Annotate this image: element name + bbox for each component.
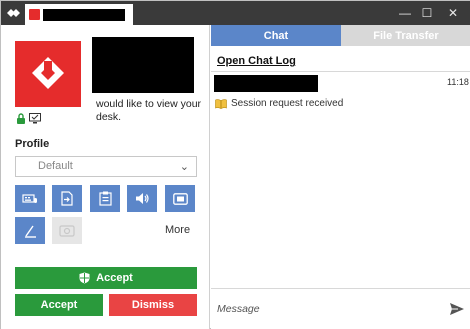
monitor-icon <box>29 113 41 124</box>
book-icon <box>215 98 227 109</box>
message-text: Session request received <box>231 98 344 109</box>
open-chat-log-link[interactable]: Open Chat Log <box>217 55 296 67</box>
screen-record-permission-button[interactable] <box>165 185 195 212</box>
settings-disabled-icon <box>59 224 75 237</box>
settings-permission-button-disabled <box>52 217 82 244</box>
dismiss-button[interactable]: Dismiss <box>109 294 197 316</box>
anydesk-logo-icon <box>7 9 20 17</box>
profile-label: Profile <box>15 138 50 150</box>
keyboard-mouse-permission-button[interactable] <box>15 185 45 212</box>
title-bar: — ☐ ✕ <box>1 1 470 25</box>
accept-button[interactable]: Accept <box>15 294 103 316</box>
audio-icon <box>135 193 149 204</box>
profile-dropdown[interactable]: Default ⌄ <box>15 156 197 177</box>
session-tab-icon <box>29 9 40 20</box>
chat-panel: Chat File Transfer Open Chat Log 11:18 S… <box>211 25 470 329</box>
tab-chat[interactable]: Chat <box>211 25 341 46</box>
audio-permission-button[interactable] <box>127 185 157 212</box>
list-item: Session request received <box>215 98 343 109</box>
clipboard-permission-button[interactable] <box>90 185 120 212</box>
accept-elevated-button[interactable]: Accept <box>15 267 197 289</box>
accept-elevated-label: Accept <box>96 272 133 284</box>
message-sender-redacted <box>214 75 318 92</box>
message-input[interactable] <box>217 301 437 317</box>
keyboard-mouse-icon <box>22 193 37 203</box>
draw-permission-button[interactable] <box>15 217 45 244</box>
more-permissions-link[interactable]: More <box>165 224 190 236</box>
file-transfer-permission-button[interactable] <box>52 185 82 212</box>
file-transfer-icon <box>61 191 73 206</box>
close-button[interactable]: ✕ <box>444 5 462 21</box>
session-request-panel: would like to view your desk. Profile De… <box>1 25 210 329</box>
anydesk-avatar-icon <box>32 57 64 89</box>
send-icon[interactable] <box>449 301 465 317</box>
avatar <box>15 41 81 107</box>
chevron-down-icon: ⌄ <box>179 161 189 173</box>
clipboard-icon <box>98 191 112 206</box>
message-timestamp: 11:18 <box>447 77 469 87</box>
screen-record-icon <box>172 192 188 205</box>
minimize-button[interactable]: — <box>396 5 414 21</box>
divider <box>211 288 470 289</box>
tab-file-transfer[interactable]: File Transfer <box>341 25 470 46</box>
lock-icon <box>17 113 25 124</box>
status-icons <box>16 113 41 124</box>
profile-selected-value: Default <box>38 160 73 172</box>
application-window: — ☐ ✕ would like to view your desk. Prof… <box>0 0 470 329</box>
request-message: would like to view your desk. <box>96 98 202 123</box>
maximize-button[interactable]: ☐ <box>418 5 436 21</box>
session-tab[interactable] <box>25 4 133 25</box>
requester-name-redacted <box>92 37 194 93</box>
windows-shield-icon <box>79 272 90 284</box>
tab-title-redacted <box>43 9 125 21</box>
draw-icon <box>24 225 36 238</box>
divider <box>211 71 470 72</box>
